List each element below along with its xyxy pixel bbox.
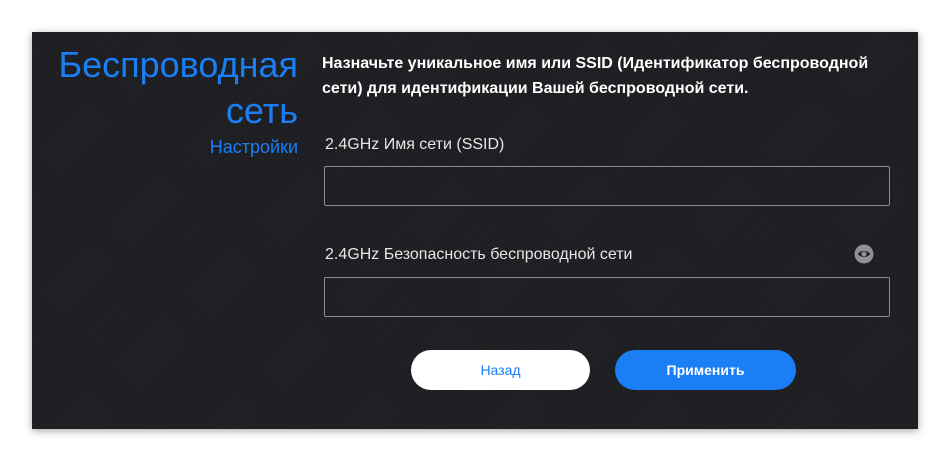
ssid-input[interactable]	[324, 166, 890, 206]
instruction-text: Назначьте уникальное имя или SSID (Идент…	[322, 55, 869, 97]
eye-icon[interactable]	[854, 244, 874, 264]
apply-button[interactable]: Применить	[615, 350, 796, 390]
section-header: Беспроводная сеть Настройки	[32, 42, 298, 158]
wireless-setup-panel: Беспроводная сеть Настройки Назначьте ун…	[32, 32, 918, 429]
security-key-input[interactable]	[324, 277, 890, 317]
back-button[interactable]: Назад	[411, 350, 590, 390]
page-title-line1: Беспроводная	[58, 44, 298, 85]
security-key-label: 2.4GHz Безопасность беспроводной сети	[325, 246, 633, 263]
page-title-line2: сеть	[225, 90, 298, 131]
ssid-label: 2.4GHz Имя сети (SSID)	[325, 136, 505, 153]
page-subtitle: Настройки	[209, 137, 298, 157]
